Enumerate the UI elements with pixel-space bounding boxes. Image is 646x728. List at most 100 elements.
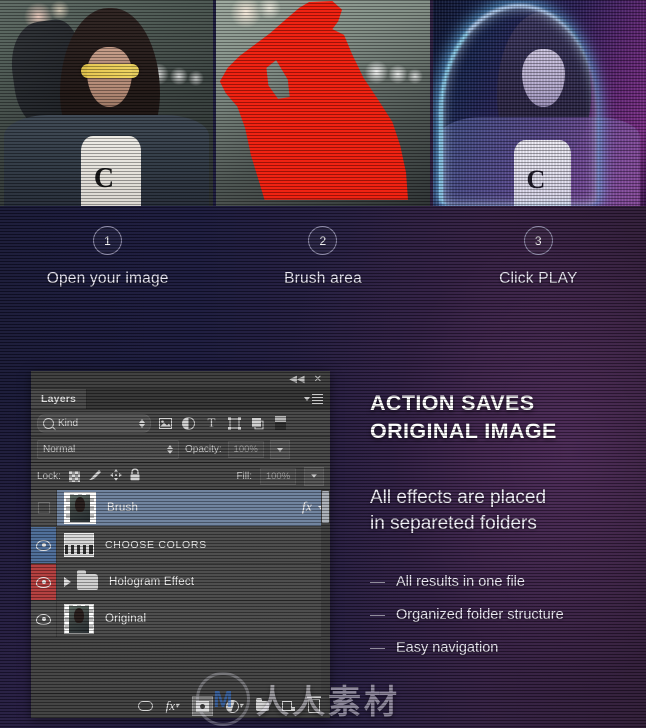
panel-menu-icon[interactable] [304,389,330,409]
layer-fx-icon[interactable]: fx [302,500,312,516]
dash-icon [370,647,385,650]
step-3: 3 Click PLAY [431,212,646,312]
step-number-circle: 1 [93,226,123,255]
layer-name[interactable]: Original [105,613,146,625]
opacity-label: Opacity: [185,444,222,455]
layers-bottom-toolbar: fx ▾ ▾ [31,693,330,718]
preview-brushed [216,0,430,206]
filter-type-layers-icon[interactable]: T [203,415,220,431]
link-layers-icon[interactable] [137,698,153,714]
list-item-label: Easy navigation [396,640,499,657]
lock-label: Lock: [37,470,61,482]
blend-mode-bar: Normal Opacity: 100% [31,437,330,463]
list-item: All results in one file [370,574,638,590]
layer-visibility-toggle[interactable] [31,490,57,526]
panel-tabbar: Layers [31,389,330,410]
expand-group-triangle-icon[interactable] [64,577,71,587]
sunglasses-shape [81,63,139,79]
step-label: Click PLAY [499,270,578,287]
eye-icon [36,539,51,551]
folder-icon[interactable] [77,570,98,590]
list-item-label: Organized folder structure [396,607,564,624]
stepper-updown-icon [139,418,145,428]
shirt-letter: C [93,162,115,194]
search-icon [43,417,54,429]
fill-value[interactable]: 100% [260,467,296,485]
preview-hologram: C [432,0,646,206]
step-2: 2 Brush area [215,212,430,312]
poster-root: C C 1 Open your image 2 Brush area 3 [0,0,646,728]
dash-icon [370,614,385,617]
table-row[interactable]: Original [31,601,330,638]
filter-pixel-layers-icon[interactable] [157,415,174,431]
fill-label: Fill: [236,470,252,482]
opacity-value[interactable]: 100% [227,441,264,458]
filter-toggle-icon[interactable] [272,415,289,431]
scrollbar-thumb[interactable] [322,491,329,523]
layers-list: Brush fx CHOOSE COLORS Hologram Effect O… [31,490,330,693]
layer-name[interactable]: Brush [107,502,138,514]
table-row[interactable]: Hologram Effect [31,564,330,601]
step-label: Open your image [46,270,169,287]
subhead-line-1: All effects are placed [370,487,547,509]
headline-line-2: ORIGINAL IMAGE [370,418,557,443]
new-adjustment-layer-icon[interactable]: ▾ [225,698,243,714]
new-layer-icon[interactable] [282,698,295,714]
filter-smart-objects-icon[interactable] [249,415,266,431]
hamburger-icon [312,392,323,406]
layer-filter-bar: Kind T [31,410,330,437]
layer-name[interactable]: Hologram Effect [109,576,194,588]
fill-slider-button[interactable] [304,466,324,486]
lock-bar: Lock: Fill: 100% [31,463,330,490]
layer-thumbnail[interactable] [64,492,96,524]
table-row[interactable]: Brush fx [31,490,330,527]
opacity-slider-button[interactable] [269,440,290,459]
step-1: 1 Open your image [0,212,215,312]
table-row[interactable]: CHOOSE COLORS [31,527,330,564]
layer-visibility-toggle[interactable] [31,564,57,600]
step-label: Brush area [284,270,362,287]
layers-scrollbar[interactable] [321,490,330,693]
collapse-double-arrow-icon[interactable]: ◀◀ [289,374,304,385]
tab-layers[interactable]: Layers [31,389,88,409]
blend-mode-select[interactable]: Normal [37,440,179,459]
add-layer-style-icon[interactable]: fx ▾ [166,698,179,714]
chevron-down-icon [276,447,283,452]
step-number-circle: 2 [308,226,338,255]
eye-hidden-icon [37,502,50,514]
close-icon[interactable]: ✕ [314,374,322,385]
filter-kind-label: Kind [58,417,79,429]
stepper-updown-icon [167,445,173,454]
lock-transparent-pixels-icon[interactable] [68,470,80,482]
filter-kind-select[interactable]: Kind [37,413,151,433]
layer-thumbnail[interactable] [64,604,94,634]
layer-visibility-toggle[interactable] [31,601,57,637]
blend-mode-value: Normal [43,444,76,455]
add-layer-mask-icon[interactable] [191,696,213,716]
tabbar-filler [87,389,304,409]
filter-shape-layers-icon[interactable] [226,415,243,431]
adjustment-thumbnail[interactable] [64,533,94,557]
chevron-down-icon [311,474,317,478]
chevron-down-icon [304,397,310,401]
layers-panel: ◀◀ ✕ Layers Kind T Normal Opacity: 100% … [31,371,330,718]
glitch-overlay [432,0,646,206]
eye-icon [36,613,51,625]
lock-image-pixels-icon[interactable] [88,469,102,484]
list-item: Easy navigation [370,640,638,656]
list-item-label: All results in one file [396,574,525,591]
lock-position-icon[interactable] [109,468,122,484]
lock-all-icon[interactable] [130,468,140,484]
new-group-icon[interactable] [256,698,269,714]
eye-icon [36,576,51,588]
preview-strip: C C [0,0,646,206]
steps-row: 1 Open your image 2 Brush area 3 Click P… [0,212,646,312]
dash-icon [370,581,385,584]
layer-name[interactable]: CHOOSE COLORS [105,539,207,551]
subheading: All effects are placed in separeted fold… [370,485,638,536]
layer-visibility-toggle[interactable] [31,527,57,563]
filter-adjustment-layers-icon[interactable] [180,415,197,431]
delete-layer-icon[interactable] [307,696,321,714]
panel-titlebar: ◀◀ ✕ [31,371,330,389]
page-title: ACTION SAVES ORIGINAL IMAGE [370,390,638,445]
